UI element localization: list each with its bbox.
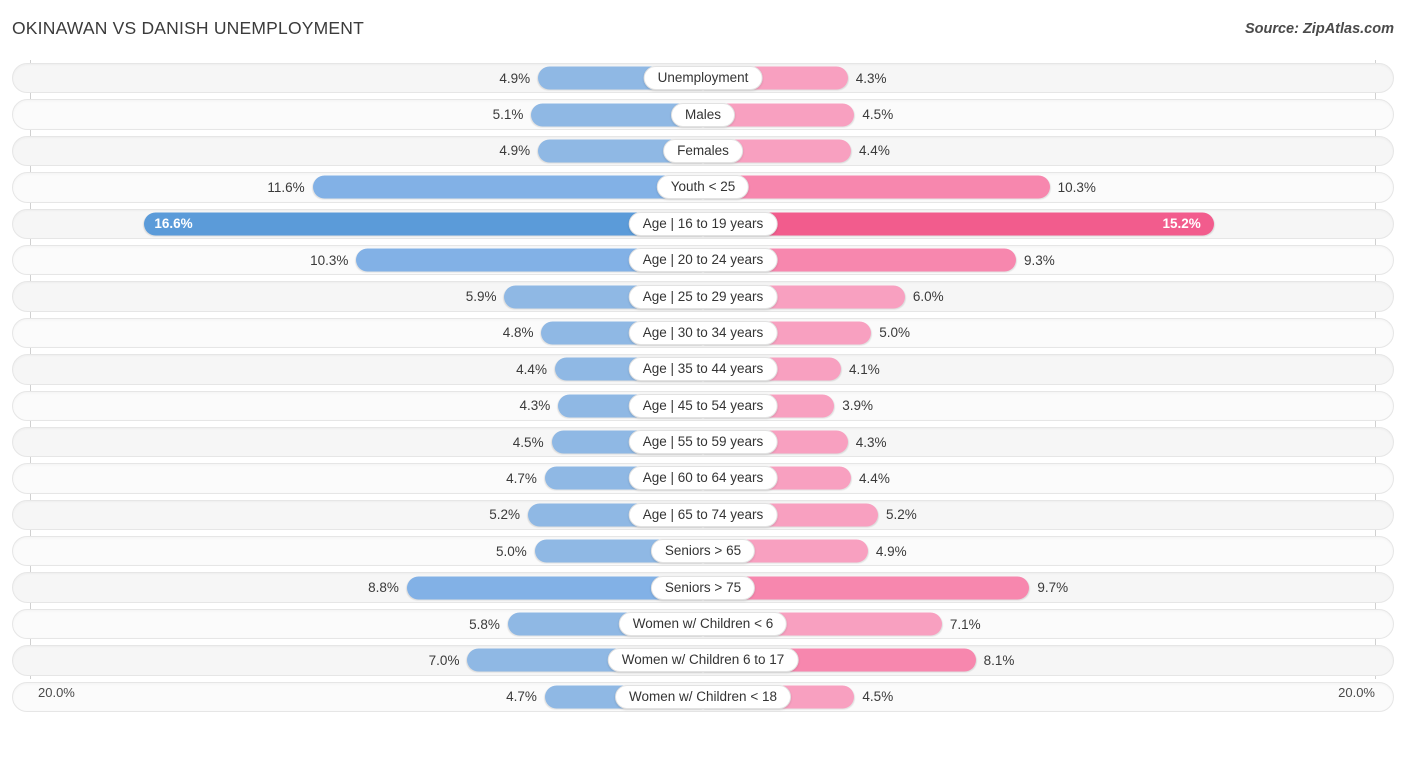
value-label-okinawan: 5.0% (495, 543, 527, 559)
chart-row: 5.0% 4.9% Seniors > 65 (0, 533, 1406, 569)
category-label: Women w/ Children 6 to 17 (607, 648, 799, 673)
value-label-danish: 6.0% (912, 289, 944, 305)
category-label: Women w/ Children < 6 (618, 612, 788, 637)
value-label-danish: 4.3% (855, 434, 887, 450)
category-label: Age | 45 to 54 years (628, 393, 778, 418)
value-label-okinawan: 5.8% (469, 616, 500, 632)
value-label-okinawan: 4.9% (499, 70, 531, 86)
value-label-okinawan: 4.5% (512, 434, 544, 450)
category-label: Seniors > 75 (650, 575, 756, 600)
value-label-danish: 4.5% (862, 107, 894, 123)
value-label-danish: 9.3% (1023, 252, 1055, 268)
category-label: Unemployment (643, 66, 763, 91)
chart-row: 10.3% 9.3% Age | 20 to 24 years (0, 242, 1406, 278)
value-label-danish: 4.1% (848, 361, 880, 377)
value-label-danish: 4.4% (859, 143, 890, 159)
source-attribution: Source: ZipAtlas.com (1244, 21, 1394, 37)
bar-okinawan[interactable] (144, 212, 703, 236)
value-label-okinawan: 4.9% (499, 143, 531, 159)
value-label-okinawan: 16.6% (154, 216, 193, 232)
value-label-danish: 5.2% (885, 507, 917, 523)
category-label: Age | 60 to 64 years (628, 466, 778, 491)
value-label-danish: 3.9% (842, 398, 874, 414)
category-label: Age | 20 to 24 years (628, 248, 778, 273)
value-label-danish: 15.2% (1162, 216, 1201, 232)
value-label-okinawan: 4.3% (519, 398, 551, 414)
chart-row: 5.9% 6.0% Age | 25 to 29 years (0, 278, 1406, 314)
category-label: Age | 25 to 29 years (628, 284, 778, 309)
chart-row: 4.9% 4.4% Females (0, 133, 1406, 169)
chart-plot-area: 4.9% 4.3% Unemployment 5.1% 4.5% Males 4.9% 4.4… (0, 60, 1406, 715)
chart-row: 5.1% 4.5% Males (0, 96, 1406, 132)
category-label: Seniors > 65 (650, 539, 756, 564)
value-label-danish: 4.9% (875, 543, 907, 559)
category-label: Age | 55 to 59 years (628, 430, 778, 455)
chart-row: 16.6% 15.2% Age | 16 to 19 years (0, 206, 1406, 242)
value-label-okinawan: 4.7% (506, 470, 537, 486)
category-label: Age | 16 to 19 years (628, 211, 778, 236)
value-label-okinawan: 11.6% (267, 179, 305, 195)
value-label-danish: 5.0% (879, 325, 911, 341)
chart-row: 11.6% 10.3% Youth < 25 (0, 169, 1406, 205)
chart-row: 5.2% 5.2% Age | 65 to 74 years (0, 497, 1406, 533)
value-label-danish: 9.7% (1037, 580, 1069, 596)
value-label-okinawan: 5.9% (465, 289, 497, 305)
value-label-okinawan: 4.8% (502, 325, 534, 341)
chart-row: 8.8% 9.7% Seniors > 75 (0, 569, 1406, 605)
chart-rows: 4.9% 4.3% Unemployment 5.1% 4.5% Males 4.9% 4.4… (0, 60, 1406, 715)
category-label: Age | 35 to 44 years (628, 357, 778, 382)
value-label-danish: 7.1% (949, 616, 981, 632)
value-label-danish: 10.3% (1057, 179, 1096, 195)
chart-row: 4.4% 4.1% Age | 35 to 44 years (0, 351, 1406, 387)
value-label-okinawan: 7.0% (428, 652, 460, 668)
page-title: OKINAWAN VS DANISH UNEMPLOYMENT (12, 18, 365, 38)
chart-row: 5.8% 7.1% Women w/ Children < 6 (0, 606, 1406, 642)
category-label: Males (670, 102, 736, 127)
category-label: Age | 65 to 74 years (628, 502, 778, 527)
chart-row: 4.5% 4.3% Age | 55 to 59 years (0, 424, 1406, 460)
chart-row: 4.3% 3.9% Age | 45 to 54 years (0, 388, 1406, 424)
bar-okinawan[interactable] (312, 175, 703, 199)
value-label-okinawan: 5.2% (489, 507, 521, 523)
category-label: Women w/ Children < 18 (615, 684, 791, 709)
value-label-okinawan: 8.8% (368, 580, 399, 596)
bar-danish[interactable] (703, 212, 1215, 236)
chart-row: 4.8% 5.0% Age | 30 to 34 years (0, 315, 1406, 351)
chart-row: 4.9% 4.3% Unemployment (0, 60, 1406, 96)
chart-row: 4.7% 4.4% Age | 60 to 64 years (0, 460, 1406, 496)
category-label: Youth < 25 (656, 175, 750, 200)
value-label-okinawan: 10.3% (310, 252, 349, 268)
bar-danish[interactable] (703, 175, 1050, 199)
value-label-okinawan: 4.4% (516, 361, 547, 377)
value-label-danish: 8.1% (983, 652, 1015, 668)
value-label-danish: 4.4% (859, 470, 890, 486)
category-label: Females (663, 138, 743, 163)
value-label-okinawan: 5.1% (492, 107, 524, 123)
chart-row: 7.0% 8.1% Women w/ Children 6 to 17 (0, 642, 1406, 678)
category-label: Age | 30 to 34 years (628, 320, 778, 345)
value-label-danish: 4.3% (855, 70, 887, 86)
